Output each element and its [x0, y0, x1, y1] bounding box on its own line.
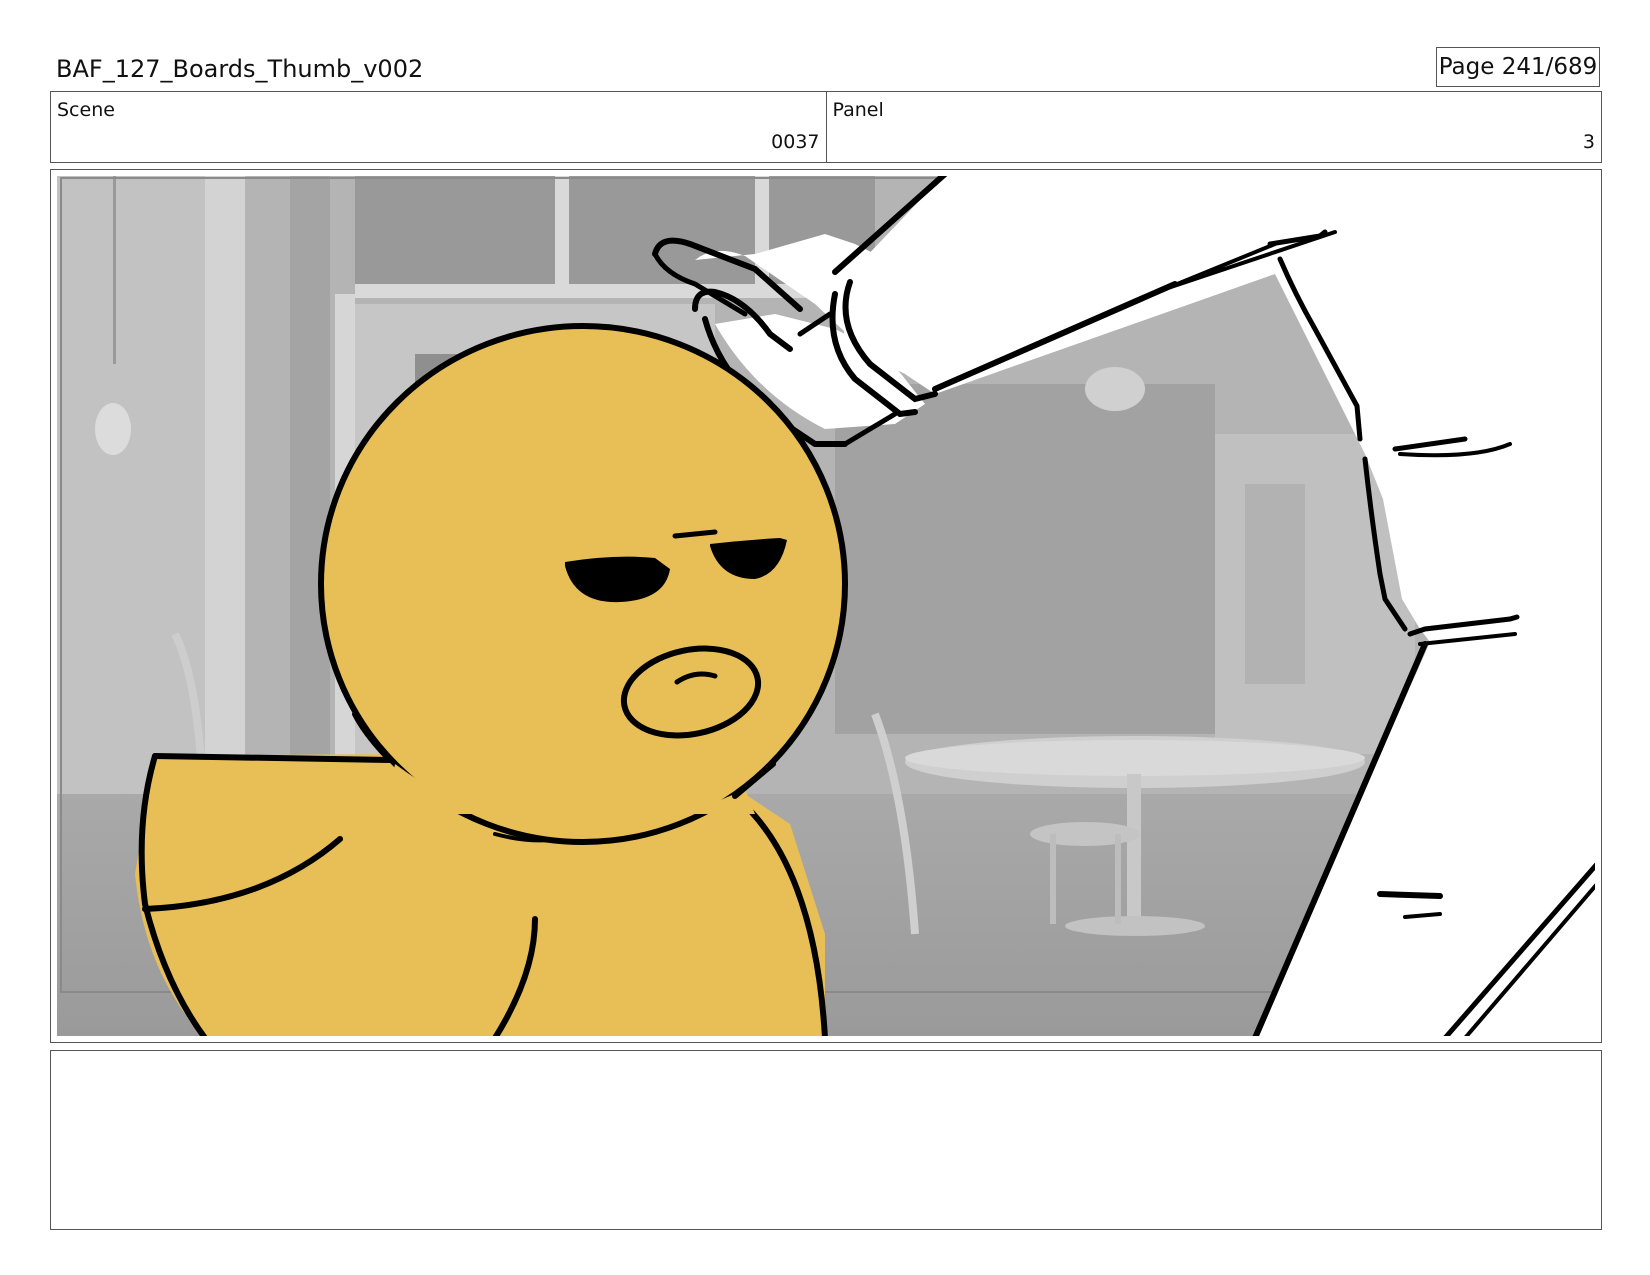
panel-label: Panel	[832, 99, 884, 121]
panel-illustration	[55, 174, 1597, 1038]
scene-number: 0037	[771, 131, 820, 153]
scene-cell: Scene 0037	[51, 92, 826, 162]
scene-panel-info: Scene 0037 Panel 3	[50, 91, 1602, 163]
page-indicator: Page 241/689	[1436, 47, 1600, 87]
panel-cell: Panel 3	[825, 92, 1602, 162]
panel-notes-box	[50, 1050, 1602, 1230]
document-title: BAF_127_Boards_Thumb_v002	[56, 55, 424, 83]
panel-number: 3	[1582, 131, 1595, 153]
scene-label: Scene	[57, 99, 115, 121]
storyboard-panel	[50, 169, 1602, 1043]
